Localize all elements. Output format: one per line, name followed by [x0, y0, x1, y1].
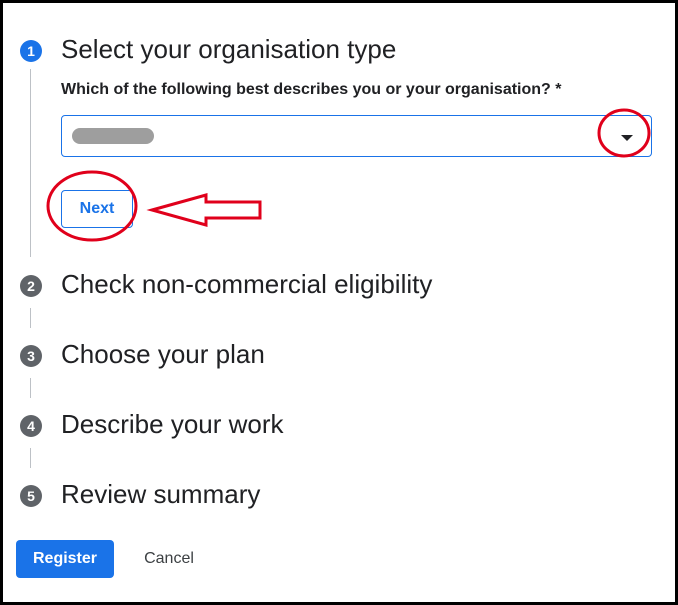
left-arrow-icon — [146, 193, 262, 227]
step-5-number: 5 — [20, 485, 42, 507]
step-connector — [30, 69, 31, 257]
selected-value-redacted — [72, 128, 154, 144]
step-2-number: 2 — [20, 275, 42, 297]
organisation-question-label: Which of the following best describes yo… — [61, 81, 562, 98]
step-connector — [30, 308, 31, 328]
caret-down-icon[interactable] — [621, 135, 633, 141]
step-connector — [30, 378, 31, 398]
step-3-number: 3 — [20, 345, 42, 367]
step-connector — [30, 448, 31, 468]
step-1-number: 1 — [20, 40, 42, 62]
step-2-title: Check non-commercial eligibility — [61, 269, 433, 299]
cancel-button[interactable]: Cancel — [127, 540, 211, 578]
step-4-title: Describe your work — [61, 409, 284, 439]
page-frame: 1 Select your organisation type Which of… — [0, 0, 678, 605]
step-4-number: 4 — [20, 415, 42, 437]
step-5-title: Review summary — [61, 479, 261, 509]
register-button[interactable]: Register — [16, 540, 114, 578]
step-1-title: Select your organisation type — [61, 34, 397, 64]
organisation-type-select[interactable] — [61, 115, 652, 157]
step-3-title: Choose your plan — [61, 339, 265, 369]
next-button[interactable]: Next — [61, 190, 133, 228]
